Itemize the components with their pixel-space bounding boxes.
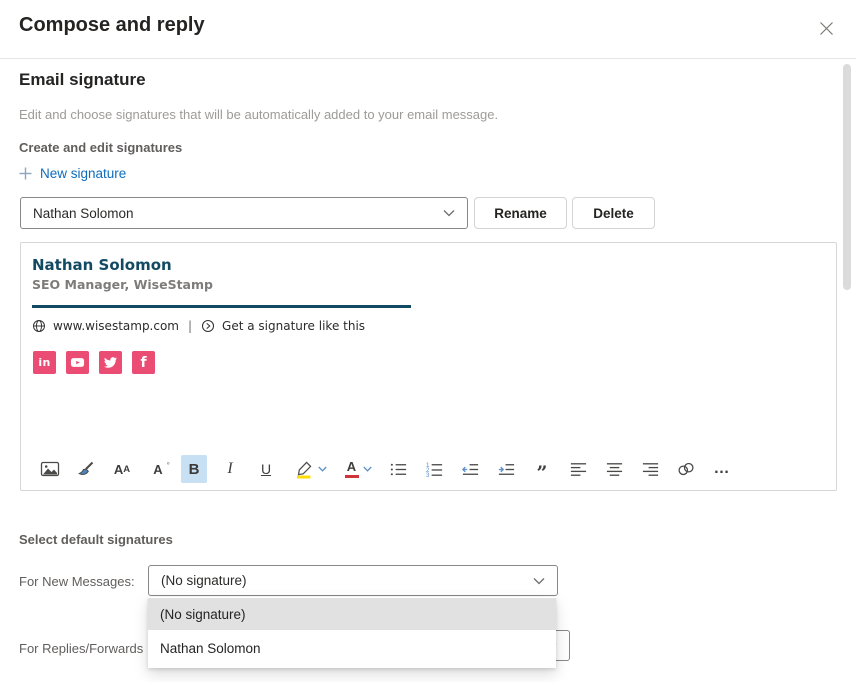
linkedin-icon: in [33, 351, 56, 374]
italic-button[interactable]: I [217, 455, 243, 483]
social-icons-row: in f [33, 351, 155, 374]
plus-icon [19, 167, 32, 180]
new-signature-label: New signature [40, 166, 126, 181]
circle-chevron-icon [201, 319, 215, 333]
for-new-messages-select[interactable]: (No signature) [148, 565, 558, 596]
signature-editor[interactable]: Nathan Solomon SEO Manager, WiseStamp ww… [20, 242, 837, 491]
editor-toolbar: AA A◦ B I U [21, 449, 836, 489]
twitter-icon [99, 351, 122, 374]
signature-divider-line [32, 305, 411, 308]
align-right-icon[interactable] [637, 455, 663, 483]
facebook-icon: f [132, 351, 155, 374]
font-size-icon[interactable]: A◦ [145, 455, 171, 483]
quote-icon[interactable]: ” [529, 455, 555, 483]
insert-link-icon[interactable] [673, 455, 699, 483]
for-replies-forwards-label: For Replies/Forwards [19, 641, 143, 656]
signature-dropdown-menu: (No signature) Nathan Solomon [148, 597, 556, 668]
underline-button[interactable]: U [253, 455, 279, 483]
decrease-indent-icon[interactable] [457, 455, 483, 483]
email-signature-description: Edit and choose signatures that will be … [19, 107, 498, 122]
globe-icon [32, 319, 46, 333]
for-new-messages-label: For New Messages: [19, 574, 135, 589]
compose-and-reply-panel: Compose and reply Email signature Edit a… [0, 0, 856, 682]
close-icon [819, 21, 834, 36]
header-divider [0, 58, 856, 59]
signature-name-select[interactable]: Nathan Solomon [20, 197, 468, 229]
email-signature-heading: Email signature [19, 70, 146, 90]
text-highlight-button[interactable] [289, 455, 331, 483]
svg-text:3: 3 [425, 472, 429, 479]
dropdown-option-nathan-solomon[interactable]: Nathan Solomon [148, 630, 556, 666]
pipe-separator: | [186, 319, 194, 333]
chevron-down-icon [318, 466, 327, 472]
page-title: Compose and reply [19, 14, 205, 37]
delete-button[interactable]: Delete [572, 197, 655, 229]
vertical-scrollbar-thumb[interactable] [843, 64, 851, 290]
font-color-button[interactable]: A [337, 455, 379, 483]
website-link: www.wisestamp.com [53, 319, 179, 333]
bulleted-list-icon[interactable] [385, 455, 411, 483]
font-icon[interactable]: AA [109, 455, 135, 483]
signature-name-value: Nathan Solomon [21, 206, 443, 221]
numbered-list-icon[interactable]: 1 2 3 [421, 455, 447, 483]
new-signature-button[interactable]: New signature [19, 166, 126, 181]
signature-links-row: www.wisestamp.com | Get a signature like… [32, 317, 365, 335]
chevron-down-icon [443, 209, 467, 217]
align-left-icon[interactable] [565, 455, 591, 483]
dropdown-option-no-signature[interactable]: (No signature) [148, 598, 556, 630]
select-default-signatures-heading: Select default signatures [19, 532, 173, 547]
create-edit-label: Create and edit signatures [19, 140, 182, 155]
close-button[interactable] [812, 14, 840, 42]
get-signature-cta: Get a signature like this [222, 319, 365, 333]
format-painter-icon[interactable] [73, 455, 99, 483]
more-options-icon[interactable]: … [709, 455, 735, 483]
insert-image-icon[interactable] [37, 455, 63, 483]
bold-button[interactable]: B [181, 455, 207, 483]
chevron-down-icon [363, 466, 372, 472]
signature-name-text: Nathan Solomon [32, 256, 172, 274]
youtube-icon [66, 351, 89, 374]
chevron-down-icon [533, 577, 557, 585]
signature-job-title: SEO Manager, WiseStamp [32, 277, 213, 292]
rename-button[interactable]: Rename [474, 197, 567, 229]
align-center-icon[interactable] [601, 455, 627, 483]
increase-indent-icon[interactable] [493, 455, 519, 483]
for-new-messages-value: (No signature) [149, 573, 533, 588]
